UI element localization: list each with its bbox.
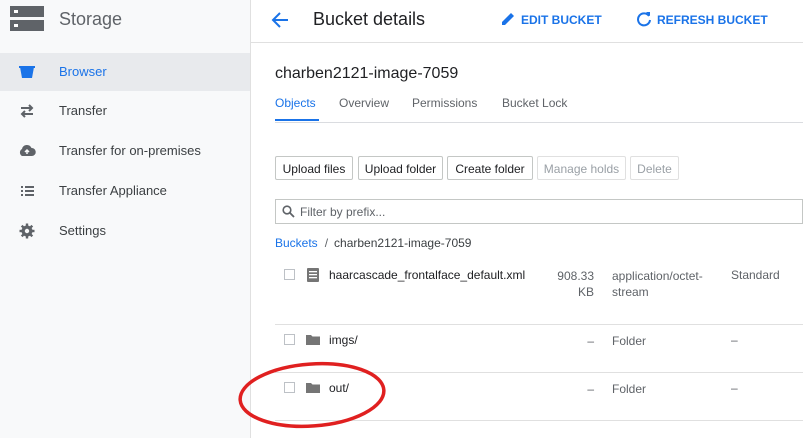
filter-input[interactable] [300,203,790,220]
filter-box [275,199,803,224]
sidebar-item-label: Transfer for on-premises [59,143,201,158]
transfer-arrows-icon [20,104,34,118]
bucket-name: charben2121-image-7059 [275,65,459,82]
table-row[interactable]: haarcascade_frontalface_default.xml 908.… [275,262,803,325]
object-size: – [587,334,594,348]
object-size: 908.33 KB [524,268,594,300]
row-checkbox[interactable] [284,334,295,345]
upload-files-button[interactable]: Upload files [275,156,353,180]
object-type: Folder [612,334,647,348]
breadcrumb-separator: / [324,236,329,250]
object-size-value: 908.33 [557,269,594,283]
search-icon [282,205,295,218]
annotation-circle [238,361,386,429]
object-name[interactable]: haarcascade_frontalface_default.xml [329,268,525,282]
object-type-line1: application/octet- [612,269,703,283]
refresh-bucket-button[interactable]: REFRESH BUCKET [636,11,771,29]
object-size: – [587,382,594,396]
folder-icon [306,335,320,345]
object-type-line2: stream [612,285,649,299]
storage-icon [10,6,44,31]
sidebar: Storage Browser Transfer Transfer for on… [0,0,251,438]
pencil-icon [502,13,514,25]
product-title: Storage [59,9,123,29]
create-folder-button[interactable]: Create folder [447,156,533,180]
row-checkbox[interactable] [284,269,295,280]
sidebar-item-label: Transfer [59,103,107,118]
tab-bar: Objects Overview Permissions Bucket Lock [275,90,803,123]
object-storage-class: – [731,333,738,347]
tab-permissions[interactable]: Permissions [412,96,477,110]
sidebar-item-transfer-appliance[interactable]: Transfer Appliance [0,172,250,210]
object-type: Folder [612,382,647,396]
sidebar-item-transfer[interactable]: Transfer [0,92,250,130]
tab-bucket-lock[interactable]: Bucket Lock [502,96,567,110]
page-header: Bucket details EDIT BUCKET REFRESH BUCKE… [251,0,803,43]
manage-holds-button[interactable]: Manage holds [537,156,626,180]
breadcrumb: Buckets / charben2121-image-7059 [275,236,471,250]
object-type: application/octet- stream [612,268,722,300]
upload-folder-button[interactable]: Upload folder [358,156,443,180]
sidebar-header: Storage [0,0,250,40]
refresh-bucket-label: REFRESH BUCKET [657,13,768,27]
file-icon [307,268,319,282]
edit-bucket-label: EDIT BUCKET [521,13,602,27]
delete-button[interactable]: Delete [630,156,679,180]
object-name[interactable]: imgs/ [329,333,358,347]
tab-objects[interactable]: Objects [275,96,316,110]
breadcrumb-buckets-link[interactable]: Buckets [275,236,318,250]
sidebar-item-transfer-on-premises[interactable]: Transfer for on-premises [0,132,250,170]
sidebar-item-label: Settings [59,223,106,238]
object-storage-class: – [731,381,738,395]
sidebar-item-settings[interactable]: Settings [0,212,250,250]
object-size-unit: KB [577,285,594,299]
tab-overview[interactable]: Overview [339,96,389,110]
gear-icon [19,223,35,239]
sidebar-item-label: Browser [59,64,107,79]
active-tab-indicator [275,119,319,121]
page-title: Bucket details [313,9,426,29]
edit-bucket-button[interactable]: EDIT BUCKET [500,11,605,29]
breadcrumb-current: charben2121-image-7059 [334,236,472,250]
bucket-icon [19,66,35,78]
object-storage-class: Standard [731,268,780,282]
cloud-upload-icon [19,144,36,156]
back-arrow-icon[interactable] [269,9,291,31]
refresh-icon [637,12,651,27]
list-icon [21,186,34,196]
sidebar-item-label: Transfer Appliance [59,183,167,198]
sidebar-item-browser[interactable]: Browser [0,53,250,91]
